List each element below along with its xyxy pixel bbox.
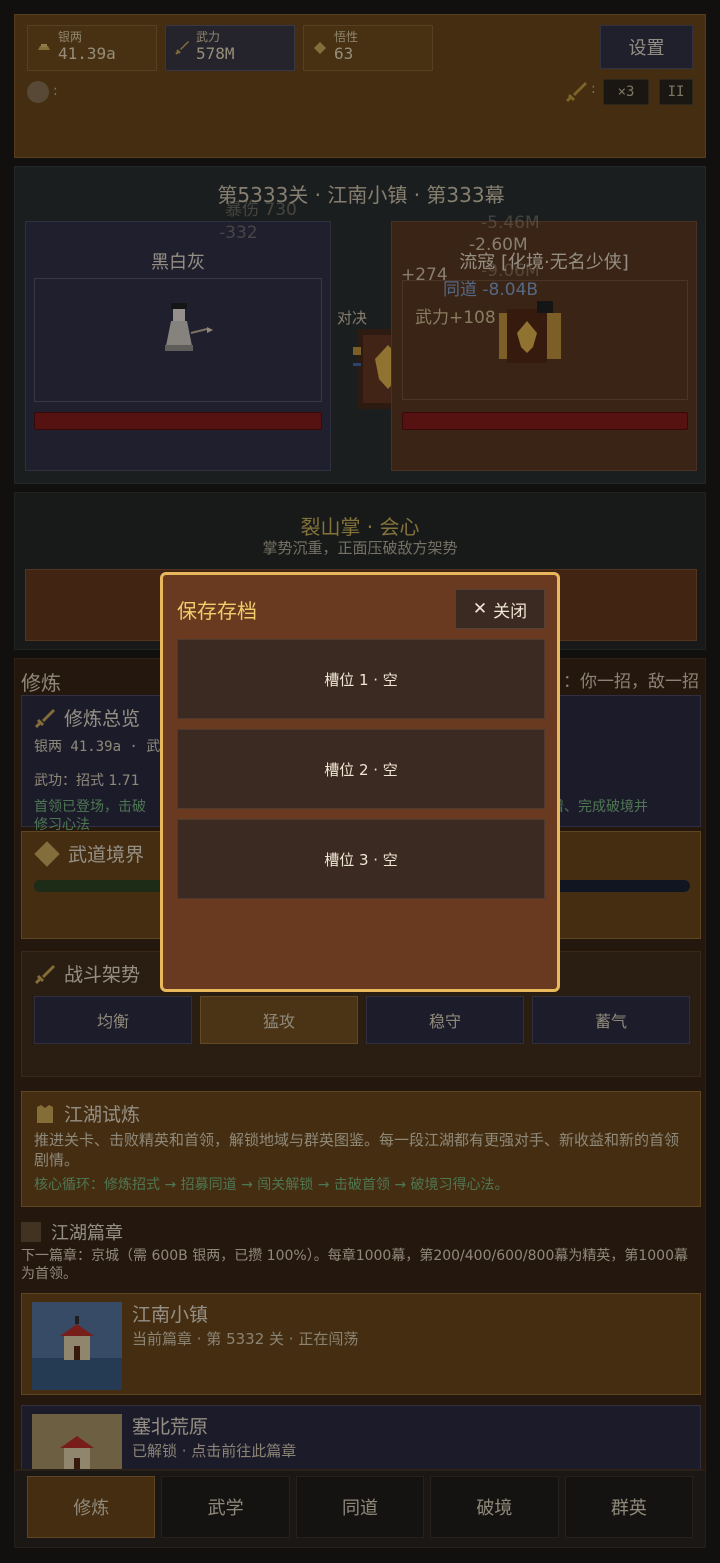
close-icon: ✕	[472, 599, 488, 619]
save-slot-3[interactable]: 槽位 3 · 空	[177, 819, 545, 899]
save-slot-1[interactable]: 槽位 1 · 空	[177, 639, 545, 719]
save-dialog: 保存存档 ✕ 关闭 槽位 1 · 空 槽位 2 · 空 槽位 3 · 空	[160, 572, 560, 992]
save-slot-2[interactable]: 槽位 2 · 空	[177, 729, 545, 809]
close-label: 关闭	[493, 601, 528, 622]
close-button[interactable]: ✕ 关闭	[455, 589, 545, 629]
dialog-title: 保存存档	[177, 599, 257, 623]
